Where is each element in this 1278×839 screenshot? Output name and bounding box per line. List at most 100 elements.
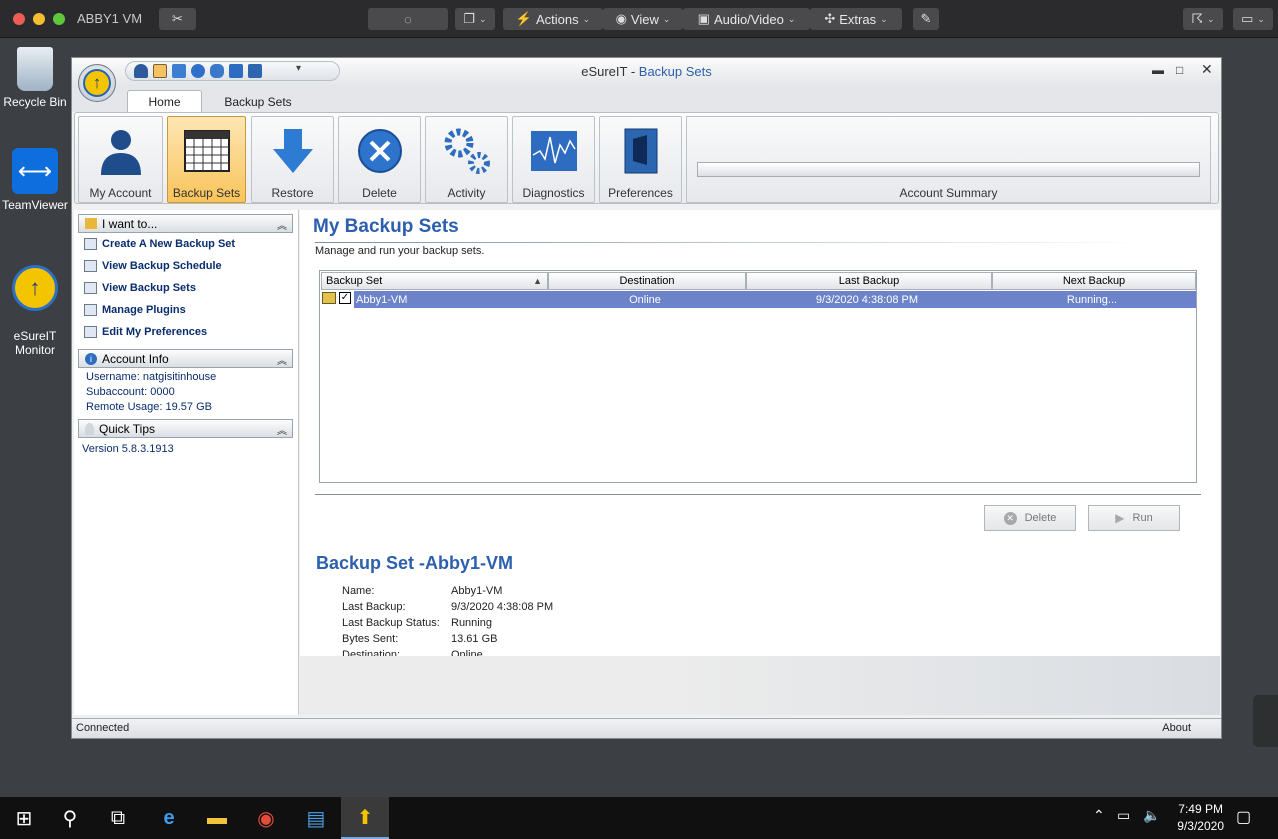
activity-button[interactable]: Activity (425, 116, 508, 203)
column-next-backup[interactable]: Next Backup (992, 272, 1196, 290)
task-label: View Backup Sets (102, 282, 196, 294)
close-icon[interactable]: ✕ (1201, 61, 1213, 78)
preferences-icon (84, 326, 97, 338)
upload-arrow-icon: ↑ (83, 69, 111, 97)
ribbon-tabs: Home Backup Sets (72, 86, 1221, 113)
collapse-icon[interactable]: ︽ (277, 422, 287, 437)
ie-button[interactable]: e (145, 797, 193, 839)
clock[interactable]: 7:49 PM 9/3/2020 (1177, 801, 1224, 835)
teamviewer-side-tab[interactable] (1253, 695, 1278, 747)
row-checkbox[interactable]: ✓ (339, 292, 351, 304)
column-label: Backup Set (326, 275, 383, 287)
backup-sets-table: Backup Set ▲ Destination Last Backup Next… (319, 270, 1197, 483)
tab-backup-sets[interactable]: Backup Sets (212, 90, 304, 113)
collapse-icon[interactable]: ︽ (277, 352, 287, 367)
chart-icon (530, 131, 577, 171)
search-button[interactable]: ⚲ (46, 797, 94, 839)
page-subtitle: Manage and run your backup sets. (315, 245, 485, 257)
clipboard-button[interactable]: ❐ ⌄ (455, 8, 495, 30)
account-info-header[interactable]: i Account Info ︽ (78, 349, 293, 368)
decorative-band (300, 656, 1220, 715)
task-view-schedule[interactable]: View Backup Schedule (84, 260, 222, 272)
edit-icon: ✎ (920, 11, 932, 26)
server-manager-button[interactable]: ▤ (292, 797, 340, 839)
start-button[interactable]: ⊞ (0, 797, 48, 839)
subaccount: Subaccount: 0000 (86, 386, 175, 398)
view-menu[interactable]: ◉ View ⌄ (603, 8, 683, 30)
backup-sets-button[interactable]: Backup Sets (167, 116, 246, 203)
collapse-icon[interactable]: ︽ (277, 217, 287, 232)
app-window: ▾ eSureIT - Backup Sets ▬ □ ✕ ↑ Home Bac… (71, 57, 1222, 739)
switch-icon (624, 128, 657, 174)
i-want-to-header[interactable]: I want to... ︽ (78, 214, 293, 233)
gears-icon (444, 128, 490, 174)
diagnostics-button[interactable]: Diagnostics (512, 116, 595, 203)
delete-ribbon-label: Delete (362, 186, 397, 200)
run-button[interactable]: ▶ Run (1088, 505, 1180, 531)
my-account-button[interactable]: My Account (78, 116, 163, 203)
app-menu-orb[interactable]: ↑ (78, 64, 116, 102)
refresh-button[interactable]: ◌ (368, 8, 448, 30)
tab-home[interactable]: Home (127, 90, 202, 113)
extras-label: Extras (839, 11, 877, 27)
task-label: Manage Plugins (102, 304, 186, 316)
esureit-taskbar-button[interactable]: ⬆ (341, 797, 389, 839)
tray-chevron-icon[interactable]: ⌃ (1093, 807, 1105, 824)
delete-button[interactable]: ✕ Delete (984, 505, 1076, 531)
task-label: View Backup Schedule (102, 260, 222, 272)
maximize-icon[interactable]: □ (1176, 63, 1183, 77)
teamviewer-shortcut[interactable]: ⟷ TeamViewer (0, 148, 70, 212)
column-backup-set[interactable]: Backup Set ▲ (321, 272, 548, 290)
task-manage-plugins[interactable]: Manage Plugins (84, 304, 186, 316)
recycle-bin-icon (17, 47, 53, 91)
recycle-bin-shortcut[interactable]: Recycle Bin (0, 47, 70, 109)
run-icon: ☈ (1191, 11, 1204, 26)
detail-name-label: Name: (342, 585, 375, 597)
network-icon[interactable]: ▭ (1117, 807, 1130, 824)
chrome-button[interactable]: ◉ (242, 797, 290, 839)
column-last-backup[interactable]: Last Backup (746, 272, 992, 290)
zoom-dot[interactable] (53, 13, 65, 25)
terminal-button[interactable]: ▭ ⌄ (1233, 8, 1273, 30)
mac-title-bar: ABBY1 VM ✂ ◌ ❐ ⌄ ⚡ Actions ⌄ ◉ View ⌄ ▣ Audio/… (0, 0, 1278, 38)
account-summary-panel: Account Summary (686, 116, 1211, 203)
terminal-icon: ▭ (1241, 11, 1254, 26)
preferences-button[interactable]: Preferences (599, 116, 682, 203)
clock-date: 9/3/2020 (1177, 819, 1224, 833)
info-icon: i (85, 352, 97, 365)
window-title: eSureIT - Backup Sets (72, 64, 1221, 79)
audio-video-menu[interactable]: ▣ Audio/Video ⌄ (683, 8, 810, 30)
table-row[interactable]: Abby1-VM Online 9/3/2020 4:38:08 PM Runn… (354, 291, 1196, 308)
quick-tips-header[interactable]: Quick Tips ︽ (78, 419, 293, 438)
add-icon (84, 238, 97, 250)
explorer-button[interactable]: ▬ (193, 797, 241, 839)
esureit-monitor-shortcut[interactable]: ↑ eSureIT Monitor (0, 251, 70, 357)
column-destination[interactable]: Destination (548, 272, 746, 290)
column-label: Next Backup (1062, 275, 1126, 287)
task-view-button[interactable]: ⧉ (94, 797, 142, 839)
server-icon: ▤ (306, 807, 326, 830)
settings-button[interactable]: ☈ ⌄ (1183, 8, 1223, 30)
edit-button[interactable]: ✎ (913, 8, 939, 30)
task-label: Create A New Backup Set (102, 238, 236, 250)
delete-ribbon-button[interactable]: Delete (338, 116, 421, 203)
eye-icon: ◉ (615, 11, 627, 26)
disconnect-button[interactable]: ✂ (159, 8, 196, 30)
task-create-backup-set[interactable]: Create A New Backup Set (84, 238, 235, 250)
about-link[interactable]: About (1162, 722, 1191, 734)
task-edit-preferences[interactable]: Edit My Preferences (84, 326, 207, 338)
detail-name-value: Abby1-VM (451, 585, 503, 597)
quick-tips-label: Quick Tips (99, 421, 156, 436)
detail-status-label: Last Backup Status: (342, 617, 440, 629)
close-dot[interactable] (13, 13, 25, 25)
notification-icon[interactable]: ▢ (1236, 807, 1251, 827)
extras-menu[interactable]: ✣ Extras ⌄ (810, 8, 902, 30)
volume-muted-icon[interactable]: 🔈 (1143, 807, 1160, 824)
minimize-dot[interactable] (33, 13, 45, 25)
restore-button[interactable]: Restore (251, 116, 334, 203)
minimize-icon[interactable]: ▬ (1152, 63, 1164, 77)
actions-menu[interactable]: ⚡ Actions ⌄ (503, 8, 603, 30)
taskbar: ⊞ ⚲ ⧉ e ▬ ◉ ▤ ⬆ ⌃ ▭ 🔈 7:49 PM 9/3/2020 ▢ (0, 797, 1278, 839)
task-view-backup-sets[interactable]: View Backup Sets (84, 282, 196, 294)
esureit-label: eSureIT Monitor (13, 329, 57, 357)
